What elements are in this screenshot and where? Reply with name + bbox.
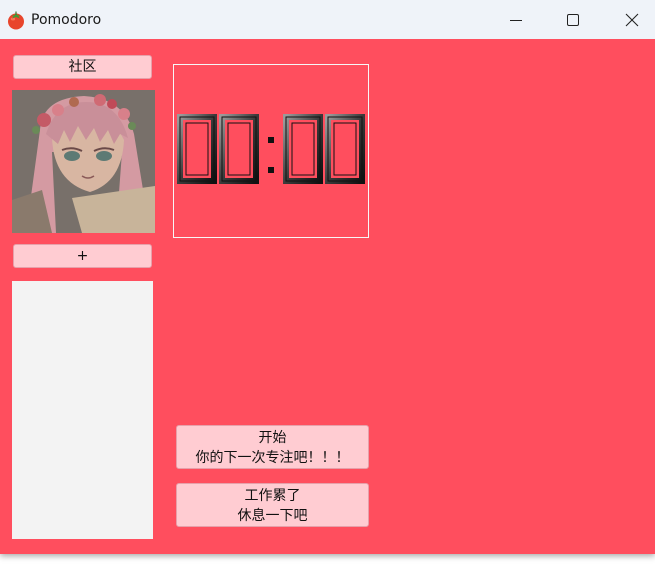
- start-label: 开始: [258, 430, 287, 446]
- avatar[interactable]: [12, 90, 155, 233]
- colon: [268, 137, 274, 173]
- start-sublabel: 你的下一次专注吧！！！: [195, 450, 350, 466]
- window-title: Pomodoro: [31, 12, 102, 28]
- task-list[interactable]: [12, 281, 153, 539]
- maximize-button[interactable]: [550, 0, 596, 39]
- minimize-icon: [510, 19, 522, 21]
- rest-button[interactable]: 工作累了 休息一下吧: [176, 483, 369, 527]
- digit-0b: [219, 114, 259, 184]
- rest-label: 工作累了: [244, 488, 301, 504]
- community-button[interactable]: 社区: [13, 55, 152, 79]
- minimize-button[interactable]: [493, 0, 539, 39]
- app-window: Pomodoro 社区 + 开始 你的下一次专注吧！！！ 工作累了 休息一下吧: [0, 0, 655, 554]
- close-icon: [625, 13, 639, 26]
- digit-0d: [325, 114, 365, 184]
- maximize-icon: [567, 13, 579, 26]
- tomato-icon: [8, 11, 24, 30]
- close-button[interactable]: [609, 0, 655, 39]
- rest-sublabel: 休息一下吧: [237, 508, 308, 524]
- anime-avatar-image: [12, 90, 155, 233]
- timer-display: 00:00: [173, 64, 369, 238]
- digit-seconds: [283, 114, 365, 184]
- timer-text: 00:00: [368, 65, 369, 66]
- title-bar[interactable]: Pomodoro: [0, 0, 655, 39]
- digit-0c: [283, 114, 323, 184]
- digit-0a: [177, 114, 217, 184]
- start-focus-button[interactable]: 开始 你的下一次专注吧！！！: [176, 425, 369, 469]
- lcd-digits: [177, 114, 365, 184]
- add-button[interactable]: +: [13, 244, 152, 268]
- digit-minutes: [177, 114, 259, 184]
